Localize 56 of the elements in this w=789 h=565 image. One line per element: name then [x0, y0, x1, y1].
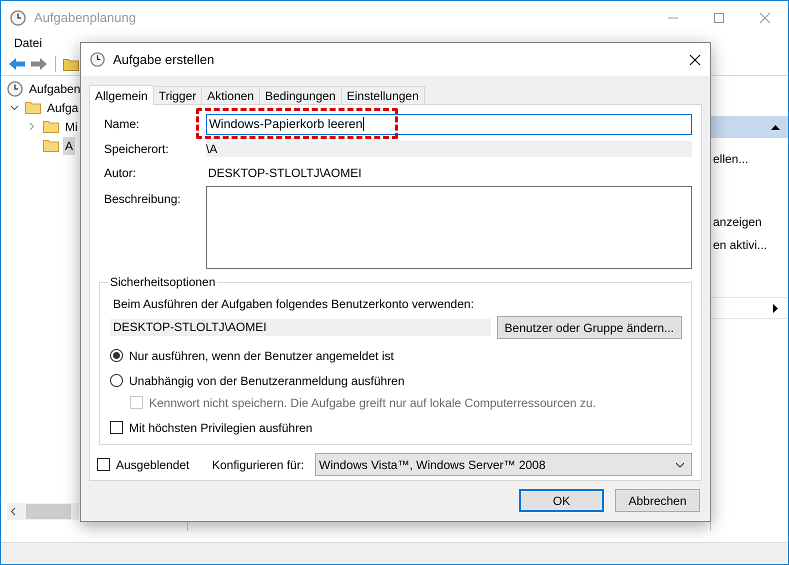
- change-user-button[interactable]: Benutzer oder Gruppe ändern...: [496, 316, 682, 339]
- dialog-button[interactable]: Abbrechen: [615, 489, 700, 512]
- horizontal-scrollbar[interactable]: [7, 503, 79, 520]
- field-label: Autor:: [104, 165, 138, 182]
- tab[interactable]: Allgemein: [89, 85, 154, 105]
- action-item[interactable]: anzeigen: [711, 211, 788, 234]
- location-value: \A: [206, 141, 692, 157]
- tab[interactable]: Trigger: [152, 86, 202, 104]
- action-item[interactable]: en aktivi...: [711, 234, 788, 257]
- folder-icon: [43, 120, 59, 133]
- folder-icon: [25, 101, 41, 114]
- tree-item[interactable]: Mi: [63, 118, 80, 136]
- scroll-left-icon[interactable]: [10, 507, 16, 516]
- forward-arrow-icon[interactable]: [30, 56, 48, 70]
- account-value: DESKTOP-STLOLTJ\AOMEI: [110, 319, 491, 336]
- field-label: Beschreibung:: [104, 191, 182, 208]
- field-label: Speicherort:: [104, 141, 170, 158]
- checkbox[interactable]: [110, 421, 123, 434]
- clock-icon: [10, 10, 26, 26]
- chevron-down-icon: [675, 462, 685, 468]
- name-field[interactable]: Windows-Papierkorb leeren: [206, 114, 692, 134]
- checkbox-label: Ausgeblendet: [116, 456, 190, 474]
- option-label: Nur ausführen, wenn der Benutzer angemeldet ist: [129, 348, 394, 364]
- action-item[interactable]: ellen...: [711, 148, 788, 171]
- option-label: Unabhängig von der Benutzeranmeldung ausführen: [129, 372, 405, 390]
- description-field[interactable]: [206, 186, 692, 269]
- dialog-button[interactable]: OK: [519, 489, 604, 512]
- back-arrow-icon[interactable]: [8, 56, 26, 70]
- tab[interactable]: Einstellungen: [340, 86, 425, 104]
- tree-item[interactable]: Aufgaben: [27, 80, 82, 98]
- field-label: Konfigurieren für:: [212, 456, 306, 474]
- radio-button[interactable]: [110, 349, 123, 362]
- chevron-down-icon[interactable]: [10, 104, 18, 110]
- dialog-title: Aufgabe erstellen: [113, 50, 214, 69]
- chevron-right-icon[interactable]: [29, 122, 35, 131]
- author-value: DESKTOP-STLOLTJ\AOMEI: [207, 165, 363, 181]
- prompt-text: Beim Ausführen der Aufgaben folgendes Benutzerkonto verwenden:: [112, 296, 475, 312]
- group-title: Sicherheitsoptionen: [108, 275, 218, 289]
- collapse-triangle-icon[interactable]: [771, 124, 780, 130]
- menu-item[interactable]: Datei: [14, 34, 42, 52]
- tree-item[interactable]: A: [63, 136, 76, 154]
- tab[interactable]: Bedingungen: [258, 86, 342, 104]
- folder-icon[interactable]: [63, 56, 79, 70]
- clock-icon: [7, 80, 23, 96]
- submenu-arrow-icon[interactable]: [773, 304, 778, 312]
- window-title: Aufgabenplanung: [34, 8, 136, 27]
- close-icon[interactable]: [689, 54, 701, 66]
- option-label: Mit höchsten Privilegien ausführen: [129, 420, 312, 436]
- field-label: Name:: [104, 116, 140, 133]
- clock-icon: [90, 52, 105, 67]
- option-label: Kennwort nicht speichern. Die Aufgabe greift nur auf lokale Computerressourcen zu.: [149, 394, 596, 412]
- radio-button[interactable]: [110, 374, 123, 387]
- tree-item[interactable]: Aufga: [45, 98, 80, 116]
- configure-dropdown[interactable]: Windows Vista™, Windows Server™ 2008: [315, 453, 692, 476]
- folder-icon: [43, 139, 59, 152]
- checkbox[interactable]: [97, 458, 110, 471]
